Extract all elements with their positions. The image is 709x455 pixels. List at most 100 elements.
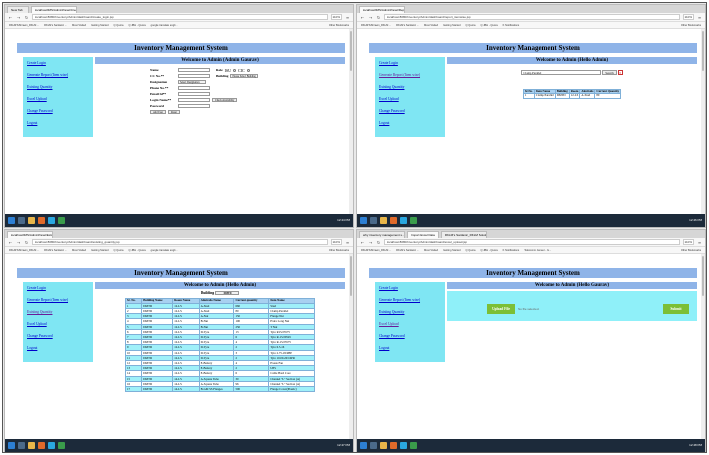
login-name-input[interactable] bbox=[178, 98, 210, 102]
browser-tab-active[interactable]: localhost/IMS/AdminPanel/Existing_Quan..… bbox=[7, 231, 53, 238]
search-button[interactable]: Search bbox=[602, 69, 617, 75]
firefox-icon[interactable] bbox=[390, 442, 397, 449]
scrollbar[interactable] bbox=[701, 254, 705, 440]
chrome-icon[interactable] bbox=[410, 442, 417, 449]
edge-icon[interactable] bbox=[400, 442, 407, 449]
menu-logout[interactable]: Logout bbox=[379, 346, 445, 350]
windows-start-icon[interactable] bbox=[360, 442, 367, 449]
bookmark[interactable]: Most Visited bbox=[72, 24, 86, 27]
back-icon[interactable]: ← bbox=[360, 240, 365, 245]
edge-icon[interactable] bbox=[400, 217, 407, 224]
forward-icon[interactable]: → bbox=[16, 15, 21, 20]
back-icon[interactable]: ← bbox=[8, 15, 13, 20]
menu-generate-report[interactable]: Generate Report (Item wise) bbox=[27, 298, 93, 302]
back-icon[interactable]: ← bbox=[8, 240, 13, 245]
reset-button[interactable]: Reset bbox=[168, 109, 180, 115]
bookmark-other[interactable]: Other Bookmarks bbox=[329, 249, 349, 252]
reload-icon[interactable]: ↻ bbox=[376, 15, 381, 20]
search-input[interactable]: Clamp Parallel bbox=[521, 69, 602, 75]
bookmark[interactable]: Most Visited bbox=[424, 249, 438, 252]
name-input[interactable] bbox=[178, 68, 210, 72]
folder-icon[interactable] bbox=[380, 217, 387, 224]
firefox-icon[interactable] bbox=[38, 442, 45, 449]
bookmark[interactable]: google translate engli... bbox=[151, 249, 178, 252]
bookmark[interactable]: RKLM's Sardanic ... bbox=[44, 249, 67, 252]
bookmark[interactable]: RKLM's Sardanic ... bbox=[44, 24, 67, 27]
building-select[interactable]: DMTD bbox=[215, 291, 240, 296]
menu-excel-upload[interactable]: Excel Upload bbox=[379, 322, 445, 326]
menu-excel-upload[interactable]: Excel Upload bbox=[379, 97, 445, 101]
bookmark[interactable]: Q Quora bbox=[114, 24, 124, 27]
menu-existing-quantity[interactable]: Existing Quantity bbox=[27, 85, 93, 89]
browser-tab[interactable]: why inventory management s... bbox=[359, 231, 405, 238]
chrome-icon[interactable] bbox=[58, 217, 65, 224]
folder-icon[interactable] bbox=[28, 442, 35, 449]
menu-create-login[interactable]: Create Login bbox=[27, 61, 93, 65]
bookmark[interactable]: Getting Started bbox=[443, 249, 460, 252]
address-input[interactable]: localhost:8080/Inventory/Admin/dashboard… bbox=[384, 239, 680, 245]
menu-logout[interactable]: Logout bbox=[27, 121, 93, 125]
menu-excel-upload[interactable]: Excel Upload bbox=[27, 322, 93, 326]
browser-tab[interactable]: RKLM's Sardanic_RKLM Solution bbox=[440, 231, 487, 238]
bookmark[interactable]: Q JBH - Quora bbox=[128, 24, 145, 27]
bookmark[interactable]: Q JBH - Quora bbox=[128, 249, 145, 252]
address-input[interactable]: localhost:8080/Inventory/Admin/dashboard… bbox=[384, 14, 680, 20]
firefox-icon[interactable] bbox=[38, 217, 45, 224]
bookmark[interactable]: Getting Started bbox=[443, 24, 460, 27]
address-input[interactable]: localhost:8080/Inventory/Admin/dashboard… bbox=[32, 239, 328, 245]
upload-file-button[interactable]: Upload File bbox=[487, 304, 515, 314]
bookmark-other[interactable]: Other Bookmarks bbox=[681, 24, 701, 27]
bookmark[interactable]: RKLM's Sardanic ... bbox=[396, 249, 419, 252]
menu-generate-report[interactable]: Generate Report (Item wise) bbox=[379, 298, 445, 302]
firefox-icon[interactable] bbox=[390, 217, 397, 224]
browser-tab-active[interactable]: Import Excel Data bbox=[407, 231, 439, 238]
menu-icon[interactable]: ≡ bbox=[697, 240, 702, 245]
browser-tab-active[interactable]: localhost/IMS/AdminPanel/Report... bbox=[359, 6, 405, 13]
menu-existing-quantity[interactable]: Existing Quantity bbox=[27, 310, 93, 314]
reload-icon[interactable]: ↻ bbox=[24, 15, 29, 20]
zoom-level[interactable]: 110% bbox=[682, 239, 694, 245]
add-user-button[interactable]: Add User bbox=[150, 109, 167, 115]
menu-change-password[interactable]: Change Password bbox=[379, 334, 445, 338]
menu-create-login[interactable]: Create Login bbox=[379, 61, 445, 65]
bookmark[interactable]: Most Visited bbox=[72, 249, 86, 252]
menu-icon[interactable]: ≡ bbox=[345, 15, 350, 20]
bookmark[interactable]: Getting Started bbox=[91, 24, 108, 27]
role-radio-isu[interactable] bbox=[233, 68, 237, 72]
browser-tab[interactable]: New Tab bbox=[7, 6, 29, 13]
menu-generate-report[interactable]: Generate Report (Item wise) bbox=[27, 73, 93, 77]
bookmark[interactable]: Telecomm Jeneer - G... bbox=[524, 249, 551, 252]
menu-create-login[interactable]: Create Login bbox=[27, 286, 93, 290]
check-availability-button[interactable]: Check Availability bbox=[212, 97, 238, 103]
bookmark-other[interactable]: Other Bookmarks bbox=[329, 24, 349, 27]
menu-change-password[interactable]: Change Password bbox=[27, 109, 93, 113]
menu-logout[interactable]: Logout bbox=[379, 121, 445, 125]
bookmark[interactable]: RKLMTsShrawn_RKLM ... bbox=[9, 24, 39, 27]
forward-icon[interactable]: → bbox=[16, 240, 21, 245]
bookmark[interactable]: K Notifications bbox=[503, 24, 520, 27]
menu-generate-report[interactable]: Generate Report (Item wise) bbox=[379, 73, 445, 77]
menu-change-password[interactable]: Change Password bbox=[27, 334, 93, 338]
reload-icon[interactable]: ↻ bbox=[24, 240, 29, 245]
folder-icon[interactable] bbox=[380, 442, 387, 449]
menu-logout[interactable]: Logout bbox=[27, 346, 93, 350]
forward-icon[interactable]: → bbox=[368, 15, 373, 20]
back-icon[interactable]: ← bbox=[360, 15, 365, 20]
designation-select[interactable]: Select Designation bbox=[178, 80, 206, 84]
zoom-level[interactable]: 110% bbox=[682, 14, 694, 20]
reload-icon[interactable]: ↻ bbox=[376, 240, 381, 245]
scrollbar[interactable] bbox=[349, 254, 353, 440]
zoom-level[interactable]: 110% bbox=[330, 14, 342, 20]
address-input[interactable]: localhost:8080/Inventory/Admin/dashboard… bbox=[32, 14, 328, 20]
chrome-icon[interactable] bbox=[410, 217, 417, 224]
bookmark[interactable]: Q Quora bbox=[466, 249, 476, 252]
zoom-level[interactable]: 110% bbox=[330, 239, 342, 245]
windows-start-icon[interactable] bbox=[8, 442, 15, 449]
edge-icon[interactable] bbox=[48, 217, 55, 224]
menu-existing-quantity[interactable]: Existing Quantity bbox=[379, 85, 445, 89]
clear-icon[interactable]: ✕ bbox=[617, 69, 623, 75]
email-input[interactable] bbox=[178, 92, 210, 96]
search-icon[interactable] bbox=[18, 217, 25, 224]
scrollbar[interactable] bbox=[349, 29, 353, 215]
password-input[interactable] bbox=[178, 104, 210, 108]
